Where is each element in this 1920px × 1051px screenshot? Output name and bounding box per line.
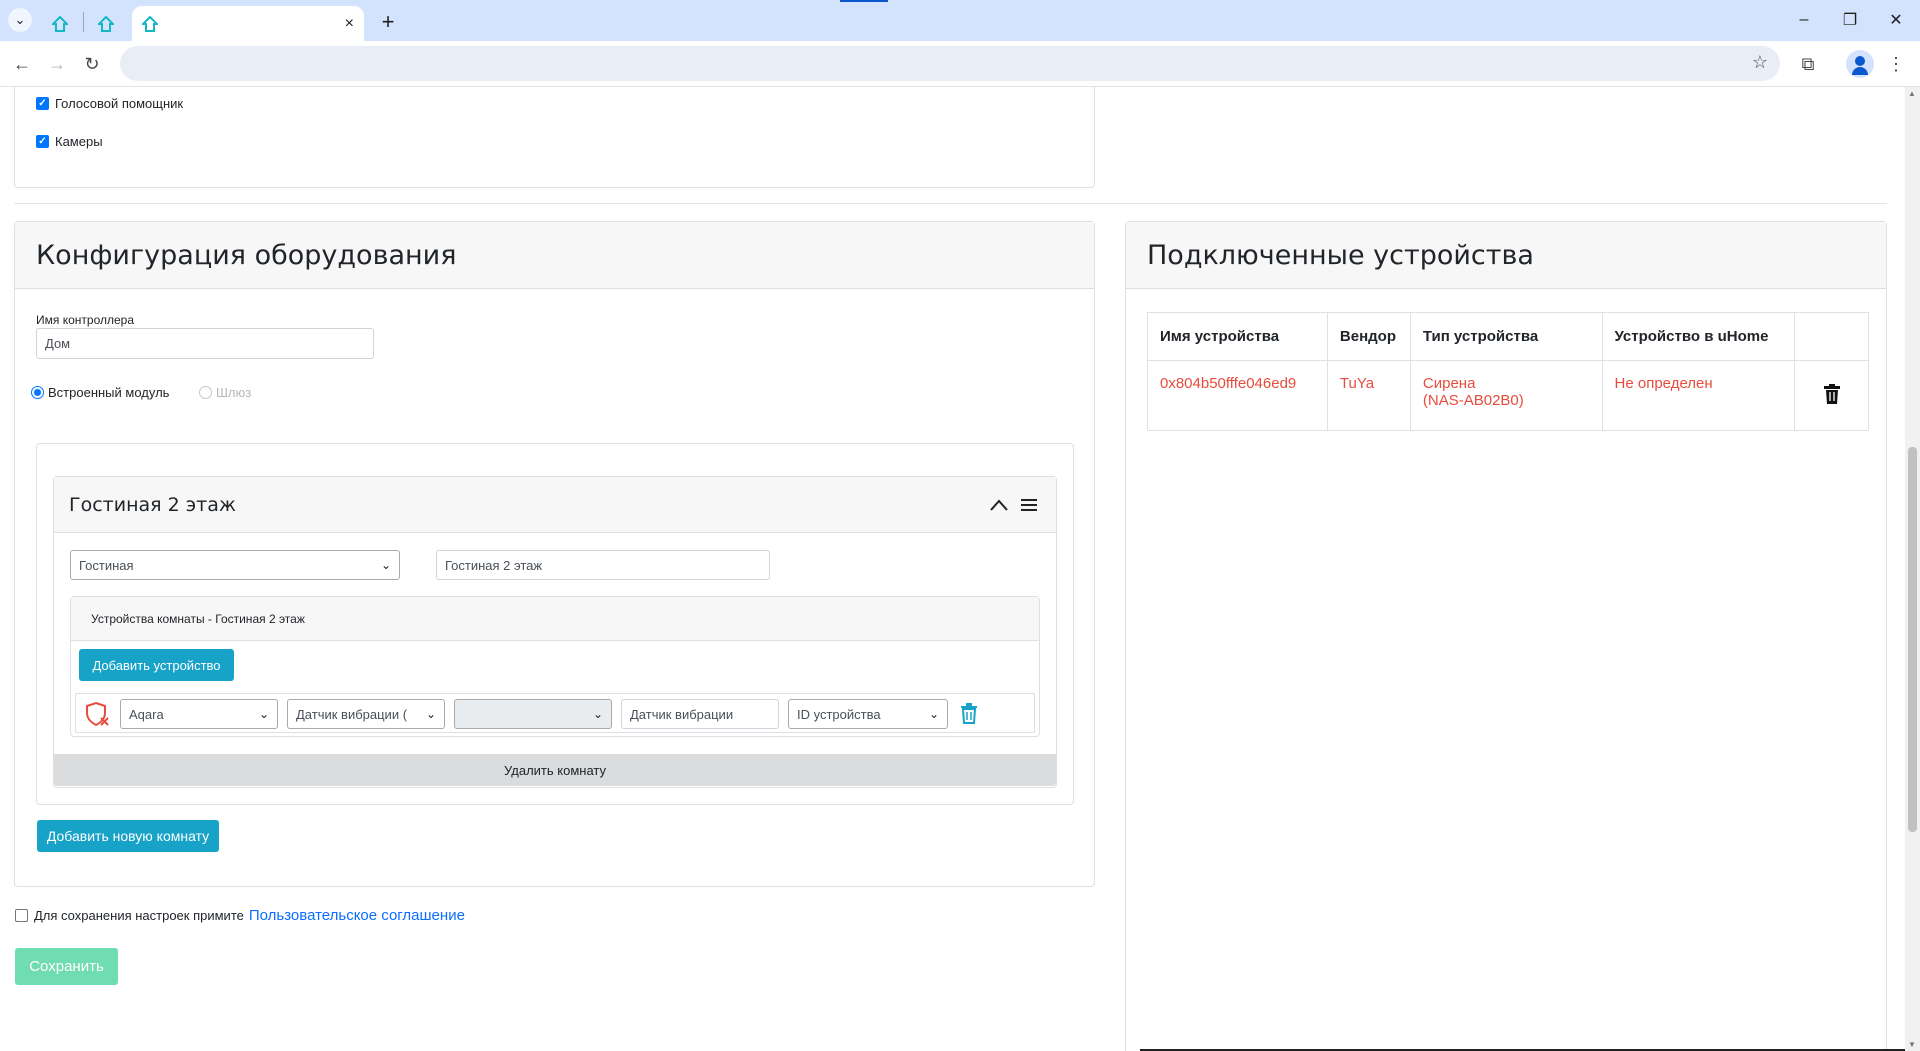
trash-icon[interactable] bbox=[1823, 383, 1840, 404]
trash-icon[interactable] bbox=[960, 703, 978, 724]
radio-unselected[interactable] bbox=[199, 386, 212, 399]
cameras-label: Камеры bbox=[55, 134, 103, 149]
controller-name-label: Имя контроллера bbox=[36, 313, 134, 327]
new-tab-button[interactable]: + bbox=[374, 8, 402, 36]
section-divider bbox=[14, 203, 1887, 204]
reload-icon[interactable]: ↻ bbox=[78, 50, 106, 78]
voice-assistant-label: Голосовой помощник bbox=[55, 96, 184, 111]
tab-strip-indicator bbox=[840, 0, 888, 2]
voice-assistant-checkbox-row[interactable]: ✓ Голосовой помощник bbox=[36, 96, 183, 111]
scroll-up-icon[interactable]: ▲ bbox=[1908, 89, 1916, 98]
checkbox-checked[interactable]: ✓ bbox=[36, 97, 49, 110]
device-name-cell: 0x804b50fffe046ed9 bbox=[1147, 360, 1328, 431]
connected-devices-card: Подключенные устройства Имя устройства В… bbox=[1125, 221, 1887, 1051]
column-header: Тип устройства bbox=[1409, 312, 1603, 361]
tab-active[interactable]: × bbox=[132, 6, 364, 41]
page-scrollbar[interactable]: ▲ ▼ bbox=[1905, 87, 1920, 1051]
device-row: Aqara ⌄ Датчик вибрации (⌄ ⌄ Датчик вибра… bbox=[75, 693, 1035, 733]
radio-selected[interactable] bbox=[31, 386, 44, 399]
controller-name-input[interactable]: Дом bbox=[36, 328, 374, 359]
device-name-input[interactable]: Датчик вибрации bbox=[621, 699, 779, 729]
add-room-button[interactable]: Добавить новую комнату bbox=[37, 820, 219, 852]
forward-icon[interactable]: → bbox=[43, 50, 71, 78]
checkbox-checked[interactable]: ✓ bbox=[36, 135, 49, 148]
device-type-select[interactable]: Датчик вибрации (⌄ bbox=[287, 699, 445, 729]
extensions-icon[interactable]: ⧉ bbox=[1794, 50, 1822, 78]
delete-room-button[interactable]: Удалить комнату bbox=[54, 754, 1056, 786]
house-icon bbox=[142, 15, 158, 32]
scroll-down-icon[interactable]: ▼ bbox=[1908, 1040, 1916, 1049]
radio-builtin-label: Встроенный модуль bbox=[48, 385, 170, 400]
room-title: Гостиная 2 этаж bbox=[69, 493, 236, 516]
hamburger-menu-icon[interactable] bbox=[1020, 498, 1038, 512]
minimize-button[interactable]: – bbox=[1780, 6, 1828, 34]
room-devices-header: Устройства комнаты - Гостиная 2 этаж bbox=[91, 611, 305, 626]
radio-gateway-row[interactable]: Шлюз bbox=[199, 385, 251, 400]
house-icon bbox=[52, 15, 68, 32]
browser-tab-bar: ⌄ × + – ❐ ✕ bbox=[0, 0, 1920, 41]
column-header bbox=[1794, 312, 1869, 361]
device-uhome-cell: Не определен bbox=[1601, 360, 1796, 431]
table-row: 0x804b50fffe046ed9 TuYa Сирена (NAS-AB02… bbox=[1147, 360, 1869, 431]
device-vendor-select[interactable]: Aqara ⌄ bbox=[120, 699, 278, 729]
chevron-up-icon[interactable] bbox=[990, 498, 1008, 511]
tab-1[interactable] bbox=[40, 6, 80, 41]
cameras-checkbox-row[interactable]: ✓ Камеры bbox=[36, 134, 103, 149]
house-icon bbox=[98, 15, 114, 32]
close-tab-icon[interactable]: × bbox=[345, 15, 354, 33]
room-name-input[interactable]: Гостиная 2 этаж bbox=[436, 550, 770, 580]
device-id-select[interactable]: ID устройства ⌄ bbox=[788, 699, 948, 729]
room-type-select[interactable]: Гостиная ⌄ bbox=[70, 550, 400, 580]
column-header: Вендор bbox=[1326, 312, 1411, 361]
menu-dots-icon[interactable]: ⋮ bbox=[1882, 50, 1910, 78]
user-agreement-link[interactable]: Пользовательское соглашение bbox=[249, 907, 465, 924]
rooms-container: Гостиная 2 этаж Гостиная ⌄ Гостиная 2 эта… bbox=[36, 443, 1074, 805]
device-type-cell: Сирена (NAS-AB02B0) bbox=[1409, 360, 1603, 431]
close-window-button[interactable]: ✕ bbox=[1872, 6, 1920, 34]
address-bar[interactable]: ☆ bbox=[120, 46, 1780, 81]
add-device-button[interactable]: Добавить устройство bbox=[79, 649, 234, 681]
scrollbar-thumb[interactable] bbox=[1908, 447, 1917, 832]
hardware-config-card: Конфигурация оборудования Имя контроллер… bbox=[14, 221, 1095, 887]
device-actions-cell bbox=[1794, 360, 1869, 431]
features-card: ✓ Голосовой помощник ✓ Камеры bbox=[14, 87, 1095, 188]
profile-avatar[interactable] bbox=[1846, 50, 1874, 78]
radio-gateway-label: Шлюз bbox=[216, 385, 252, 400]
device-model-select[interactable]: ⌄ bbox=[454, 699, 612, 729]
back-icon[interactable]: ← bbox=[8, 50, 36, 78]
connected-devices-table: Имя устройства Вендор Тип устройства Уст… bbox=[1147, 312, 1869, 431]
agreement-checkbox[interactable] bbox=[15, 909, 28, 922]
connected-devices-title: Подключенные устройства bbox=[1147, 239, 1534, 271]
page-content: ✓ Голосовой помощник ✓ Камеры Конфигурац… bbox=[0, 87, 1905, 1051]
column-header: Устройство в uHome bbox=[1601, 312, 1796, 361]
tab-search-button[interactable]: ⌄ bbox=[8, 8, 32, 32]
room-devices-card: Устройства комнаты - Гостиная 2 этаж Доб… bbox=[70, 596, 1040, 737]
agreement-text: Для сохранения настроек примите bbox=[34, 908, 244, 923]
bookmark-star-icon[interactable]: ☆ bbox=[1752, 52, 1768, 73]
tab-2[interactable] bbox=[86, 6, 126, 41]
device-vendor-cell: TuYa bbox=[1326, 360, 1411, 431]
save-button[interactable]: Сохранить bbox=[15, 948, 118, 985]
room-card: Гостиная 2 этаж Гостиная ⌄ Гостиная 2 эта… bbox=[53, 476, 1057, 788]
hardware-config-title: Конфигурация оборудования bbox=[36, 239, 457, 271]
agreement-row: Для сохранения настроек примите Пользова… bbox=[15, 907, 465, 924]
radio-builtin-row[interactable]: Встроенный модуль bbox=[31, 385, 169, 400]
browser-toolbar: ← → ↻ ☆ ⧉ ⋮ bbox=[0, 41, 1920, 87]
column-header: Имя устройства bbox=[1147, 312, 1328, 361]
restore-button[interactable]: ❐ bbox=[1826, 6, 1874, 34]
shield-x-icon bbox=[86, 701, 109, 727]
